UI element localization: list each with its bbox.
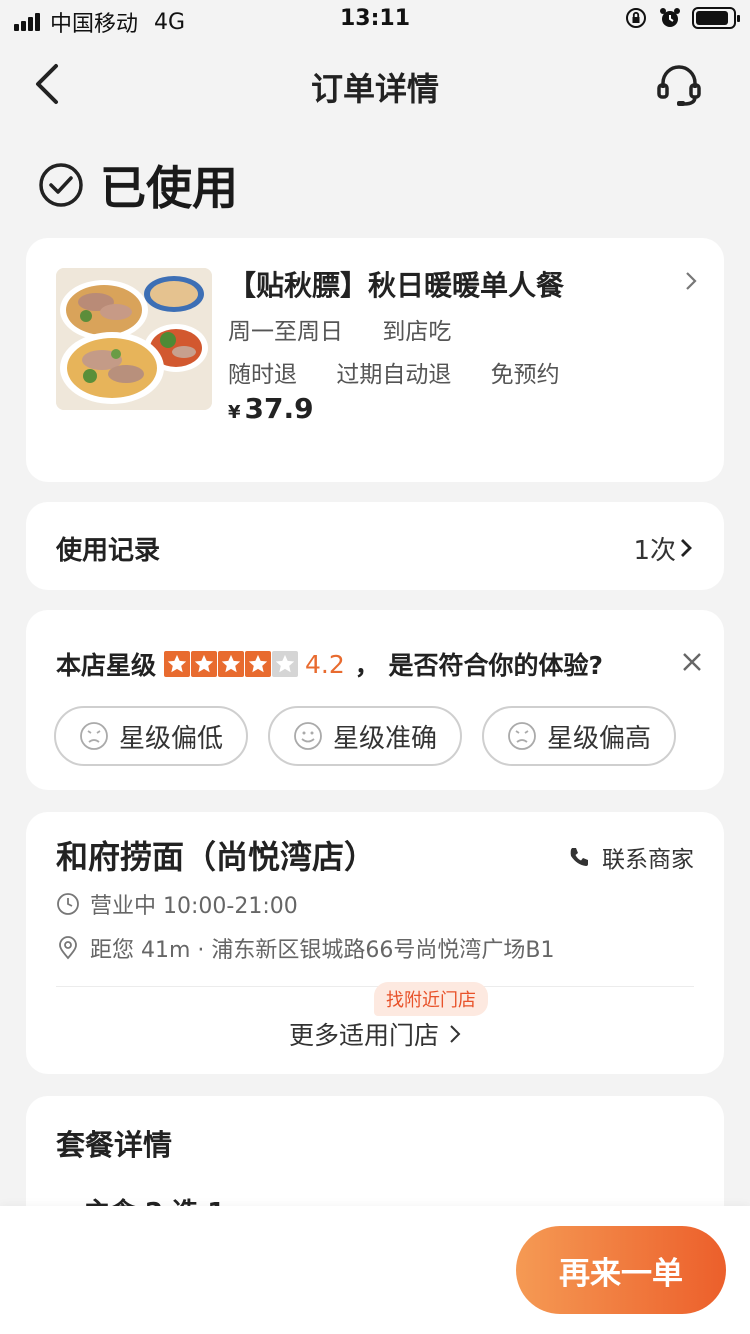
contact-merchant-label: 联系商家 xyxy=(602,847,694,873)
bottom-action-bar: 再来一单 xyxy=(0,1206,750,1334)
order-status: 已使用 xyxy=(38,152,238,218)
product-term: 过期自动退 xyxy=(336,362,452,388)
product-term: 周一至周日 xyxy=(228,319,343,345)
nearby-stores-tag[interactable]: 找附近门店 xyxy=(374,982,488,1016)
frown-face-icon xyxy=(80,722,108,750)
headset-icon[interactable] xyxy=(656,62,702,108)
contact-merchant-button[interactable]: 联系商家 xyxy=(568,840,694,874)
rating-high-label: 星级偏高 xyxy=(546,723,651,754)
star-filled-icon xyxy=(191,651,218,677)
store-hours: 营业中 10:00-21:00 xyxy=(56,888,298,920)
phone-icon xyxy=(570,848,588,866)
check-circle-icon xyxy=(39,163,83,207)
product-name: 【贴秋膘】秋日暖暖单人餐 xyxy=(228,269,565,302)
nav-bar: 订单详情 xyxy=(0,40,750,128)
rotation-lock-icon xyxy=(626,8,646,28)
frown-face-icon xyxy=(508,722,536,750)
rating-low-label: 星级偏低 xyxy=(118,723,223,754)
more-stores-link[interactable]: 更多适用门店 xyxy=(26,1016,724,1052)
divider xyxy=(56,986,694,987)
store-address[interactable]: 距您 41m · 浦东新区银城路66号尚悦湾广场B1 xyxy=(56,932,554,964)
product-usage-terms: 周一至周日 到店吃 xyxy=(228,312,471,346)
product-term: 到店吃 xyxy=(382,319,452,345)
usage-record-label: 使用记录 xyxy=(56,536,161,566)
chevron-right-icon[interactable] xyxy=(684,270,698,292)
page-title: 订单详情 xyxy=(310,70,439,108)
usage-count: 1次 xyxy=(633,536,676,566)
store-name[interactable]: 和府捞面（尚悦湾店） xyxy=(56,832,376,878)
smile-face-icon xyxy=(294,722,322,750)
price-currency: ¥ xyxy=(228,402,241,423)
rating-prefix: 本店星级 xyxy=(56,651,157,680)
rating-accurate-label: 星级准确 xyxy=(332,723,437,754)
rating-low-button[interactable]: 星级偏低 xyxy=(54,706,248,766)
product-price: ¥37.9 xyxy=(228,392,314,425)
star-filled-icon xyxy=(245,651,272,677)
reorder-button[interactable]: 再来一单 xyxy=(516,1226,726,1314)
store-hours-text: 营业中 10:00-21:00 xyxy=(90,894,298,919)
star-rating xyxy=(164,651,299,677)
rating-high-button[interactable]: 星级偏高 xyxy=(482,706,676,766)
alarm-icon xyxy=(660,8,680,27)
more-stores-label: 更多适用门店 xyxy=(288,1021,439,1050)
rating-score: 4.2 xyxy=(305,649,345,679)
battery-icon xyxy=(692,7,740,29)
store-address-text: 距您 41m · 浦东新区银城路66号尚悦湾广场B1 xyxy=(90,938,555,963)
chevron-right-icon xyxy=(450,1025,461,1043)
location-pin-icon xyxy=(59,936,77,960)
order-status-label: 已使用 xyxy=(100,161,238,215)
star-filled-icon xyxy=(218,651,245,677)
star-empty-icon xyxy=(272,651,299,677)
status-right xyxy=(624,6,740,30)
star-filled-icon xyxy=(164,651,191,677)
package-details-title: 套餐详情 xyxy=(56,1128,173,1162)
product-image xyxy=(56,268,212,410)
product-refund-terms: 随时退 过期自动退 免预约 xyxy=(228,355,580,389)
product-term: 免预约 xyxy=(490,362,560,388)
usage-record-row[interactable]: 使用记录 1次 xyxy=(26,502,724,590)
price-value: 37.9 xyxy=(244,392,314,425)
clock-icon xyxy=(57,893,79,915)
rating-question: ， 是否符合你的体验? xyxy=(354,651,603,680)
status-bar: 中国移动 4G 13:11 xyxy=(0,0,750,40)
rating-feedback-card: 本店星级 4.2 ， 是否符合你的体验? 星级偏低 星级准确 星级偏高 xyxy=(26,610,724,790)
product-card[interactable]: 【贴秋膘】秋日暖暖单人餐 周一至周日 到店吃 随时退 过期自动退 免预约 ¥37… xyxy=(26,238,724,482)
product-term: 随时退 xyxy=(228,362,297,388)
close-icon[interactable] xyxy=(682,652,702,672)
store-card: 和府捞面（尚悦湾店） 联系商家 营业中 10:00-21:00 距您 41m ·… xyxy=(26,812,724,1074)
rating-accurate-button[interactable]: 星级准确 xyxy=(268,706,462,766)
rating-line: 本店星级 4.2 ， 是否符合你的体验? xyxy=(56,646,603,682)
chevron-right-icon xyxy=(681,539,692,557)
